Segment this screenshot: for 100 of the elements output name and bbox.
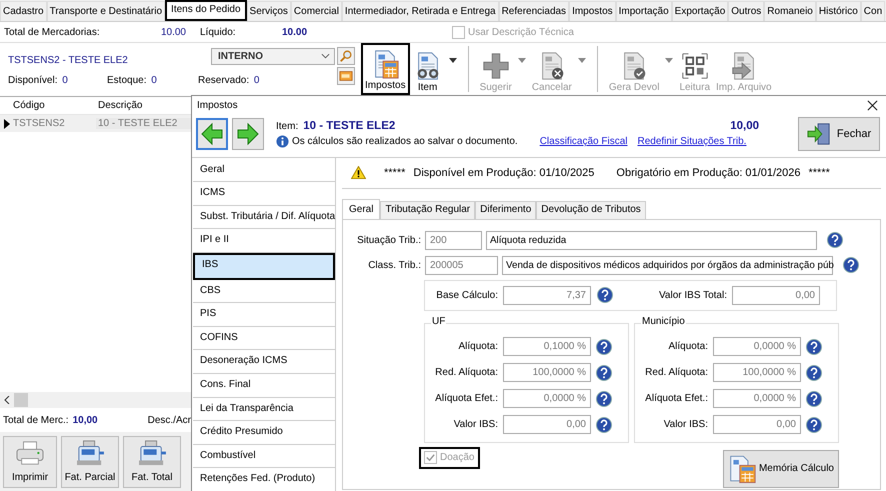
nav-item[interactable]: Subst. Tributária / Dif. Alíquota bbox=[193, 206, 335, 230]
qr-code-icon bbox=[680, 51, 710, 81]
nav-item[interactable]: Cons. Final bbox=[193, 374, 335, 398]
caret-icon bbox=[448, 58, 457, 62]
column-header[interactable]: Descrição bbox=[96, 100, 191, 111]
stock-info: Reservado: 0 bbox=[198, 75, 260, 86]
checkbox[interactable] bbox=[452, 26, 465, 38]
help-icon[interactable] bbox=[596, 416, 612, 433]
tab[interactable]: Romaneio bbox=[764, 1, 816, 21]
help-icon[interactable] bbox=[806, 390, 822, 407]
cash-register-icon bbox=[137, 440, 167, 466]
description-field[interactable]: Alíquota reduzida bbox=[486, 230, 817, 250]
caret-icon bbox=[578, 58, 586, 62]
row-pointer-icon bbox=[4, 118, 10, 128]
nav-item[interactable]: COFINS bbox=[193, 326, 335, 350]
field-label: Red. Alíquota: bbox=[434, 367, 498, 378]
tab[interactable]: Histórico bbox=[816, 1, 861, 21]
warning-text: ***** bbox=[384, 166, 406, 179]
column-header[interactable]: Código bbox=[13, 100, 96, 111]
info-note: Os cálculos são realizados ao salvar o documento. bbox=[292, 136, 518, 148]
help-icon[interactable] bbox=[596, 338, 612, 355]
tab[interactable]: Cadastro bbox=[0, 1, 47, 21]
value-field[interactable]: 100,0000 % bbox=[713, 363, 801, 382]
field-label: Alíquota: bbox=[458, 341, 498, 352]
nav-item[interactable]: Lei da Transparência bbox=[193, 398, 335, 422]
help-icon[interactable] bbox=[806, 416, 822, 433]
net-label: Líquido: bbox=[200, 26, 237, 38]
help-icon[interactable] bbox=[597, 287, 613, 304]
tab[interactable]: Geral bbox=[342, 198, 380, 219]
close-dialog-button[interactable]: Fechar bbox=[798, 117, 880, 152]
help-icon[interactable] bbox=[806, 364, 822, 381]
help-icon[interactable] bbox=[843, 257, 859, 274]
search-button[interactable] bbox=[337, 47, 355, 65]
tab[interactable]: Referenciadas bbox=[498, 1, 570, 21]
help-icon[interactable] bbox=[806, 338, 822, 355]
value-field[interactable]: 0,0000 % bbox=[713, 337, 801, 356]
tab[interactable]: Comercial bbox=[290, 1, 342, 21]
nav-item[interactable]: ICMS bbox=[193, 182, 335, 206]
nav-item[interactable]: Retenções Fed. (Produto) bbox=[193, 468, 335, 491]
toolbar-button[interactable]: Item bbox=[410, 43, 446, 95]
discount-label: Desc./Acr bbox=[148, 414, 191, 426]
table-row[interactable]: TSTSENS2 10 - TESTE ELE2 bbox=[0, 115, 191, 132]
field-label: Valor IBS Total: bbox=[658, 290, 727, 301]
tab[interactable]: Importação bbox=[616, 1, 672, 21]
value-field[interactable]: 0,0000 % bbox=[503, 389, 591, 408]
scroll-left-icon bbox=[4, 396, 10, 404]
value-field[interactable]: 0,1000 % bbox=[503, 337, 591, 356]
nav-item[interactable]: CBS bbox=[193, 280, 335, 304]
next-button[interactable] bbox=[232, 118, 264, 150]
item-total: 10,00 bbox=[730, 120, 759, 132]
group-title: UF bbox=[431, 316, 446, 327]
field-label: Base Cálculo: bbox=[435, 290, 498, 301]
horizontal-scrollbar[interactable] bbox=[0, 392, 191, 408]
action-button[interactable]: Fat. Parcial bbox=[61, 436, 119, 488]
total-field[interactable]: 0,00 bbox=[732, 286, 820, 305]
tab[interactable]: Outros bbox=[728, 1, 764, 21]
tab[interactable]: Devolução de Tributos bbox=[536, 200, 646, 219]
code-field[interactable]: 200005 bbox=[425, 256, 498, 275]
nav-item[interactable]: PIS bbox=[193, 303, 335, 327]
link[interactable]: Redefinir Situações Trib. bbox=[638, 136, 746, 148]
value-field[interactable]: 0,00 bbox=[713, 415, 801, 434]
nav-item[interactable]: Combustível bbox=[193, 444, 335, 468]
nav-item[interactable]: Crédito Presumido bbox=[193, 421, 335, 445]
help-icon[interactable] bbox=[827, 232, 843, 248]
value-field[interactable]: 0,0000 % bbox=[713, 389, 801, 408]
calculation-memory-button[interactable]: Memória Cálculo bbox=[723, 450, 839, 488]
info-icon bbox=[276, 135, 289, 148]
total-label: Total de Mercadorias: bbox=[4, 26, 101, 38]
tab[interactable]: Diferimento bbox=[475, 200, 536, 219]
tab[interactable]: Con bbox=[860, 1, 886, 21]
nav-item[interactable]: Desoneração ICMS bbox=[193, 350, 335, 374]
tab[interactable]: Itens do Pedido bbox=[165, 0, 247, 21]
value-field[interactable]: 100,0000 % bbox=[503, 363, 591, 382]
scroll-thumb[interactable] bbox=[14, 393, 28, 407]
group-title: Município bbox=[641, 316, 686, 327]
action-button[interactable]: Imprimir bbox=[3, 436, 57, 488]
base-field[interactable]: 7,37 bbox=[503, 286, 591, 305]
caret-icon bbox=[518, 58, 526, 62]
toolbar-button[interactable]: Impostos bbox=[361, 43, 410, 95]
help-icon[interactable] bbox=[596, 390, 612, 407]
warning-text: Disponível em Produção: 01/10/2025 bbox=[413, 166, 594, 179]
nav-item[interactable]: Geral bbox=[193, 158, 335, 182]
type-dropdown[interactable]: INTERNO bbox=[211, 48, 335, 64]
field-label: Alíquota Efet.: bbox=[434, 393, 498, 404]
tab[interactable]: Serviços bbox=[246, 1, 291, 21]
description-field[interactable]: Venda de dispositivos médicos adquiridos por órgãos da administração púb bbox=[502, 256, 833, 275]
card-button[interactable] bbox=[337, 67, 355, 85]
tab[interactable]: Intermediador, Retirada e Entrega bbox=[342, 1, 499, 21]
total-value: 10.00 bbox=[160, 26, 186, 38]
value-field[interactable]: 0,00 bbox=[503, 415, 591, 434]
tab[interactable]: Exportação bbox=[672, 1, 728, 21]
tab[interactable]: Impostos bbox=[569, 1, 616, 21]
help-icon[interactable] bbox=[596, 364, 612, 381]
tab[interactable]: Tributação Regular bbox=[380, 200, 476, 219]
nav-item[interactable]: IBS bbox=[193, 253, 335, 280]
code-field[interactable]: 200 bbox=[425, 230, 482, 250]
action-button[interactable]: Fat. Total bbox=[123, 436, 181, 488]
link[interactable]: Classificação Fiscal bbox=[540, 136, 628, 148]
warning-text: ***** bbox=[808, 166, 830, 179]
previous-button[interactable] bbox=[196, 118, 228, 150]
